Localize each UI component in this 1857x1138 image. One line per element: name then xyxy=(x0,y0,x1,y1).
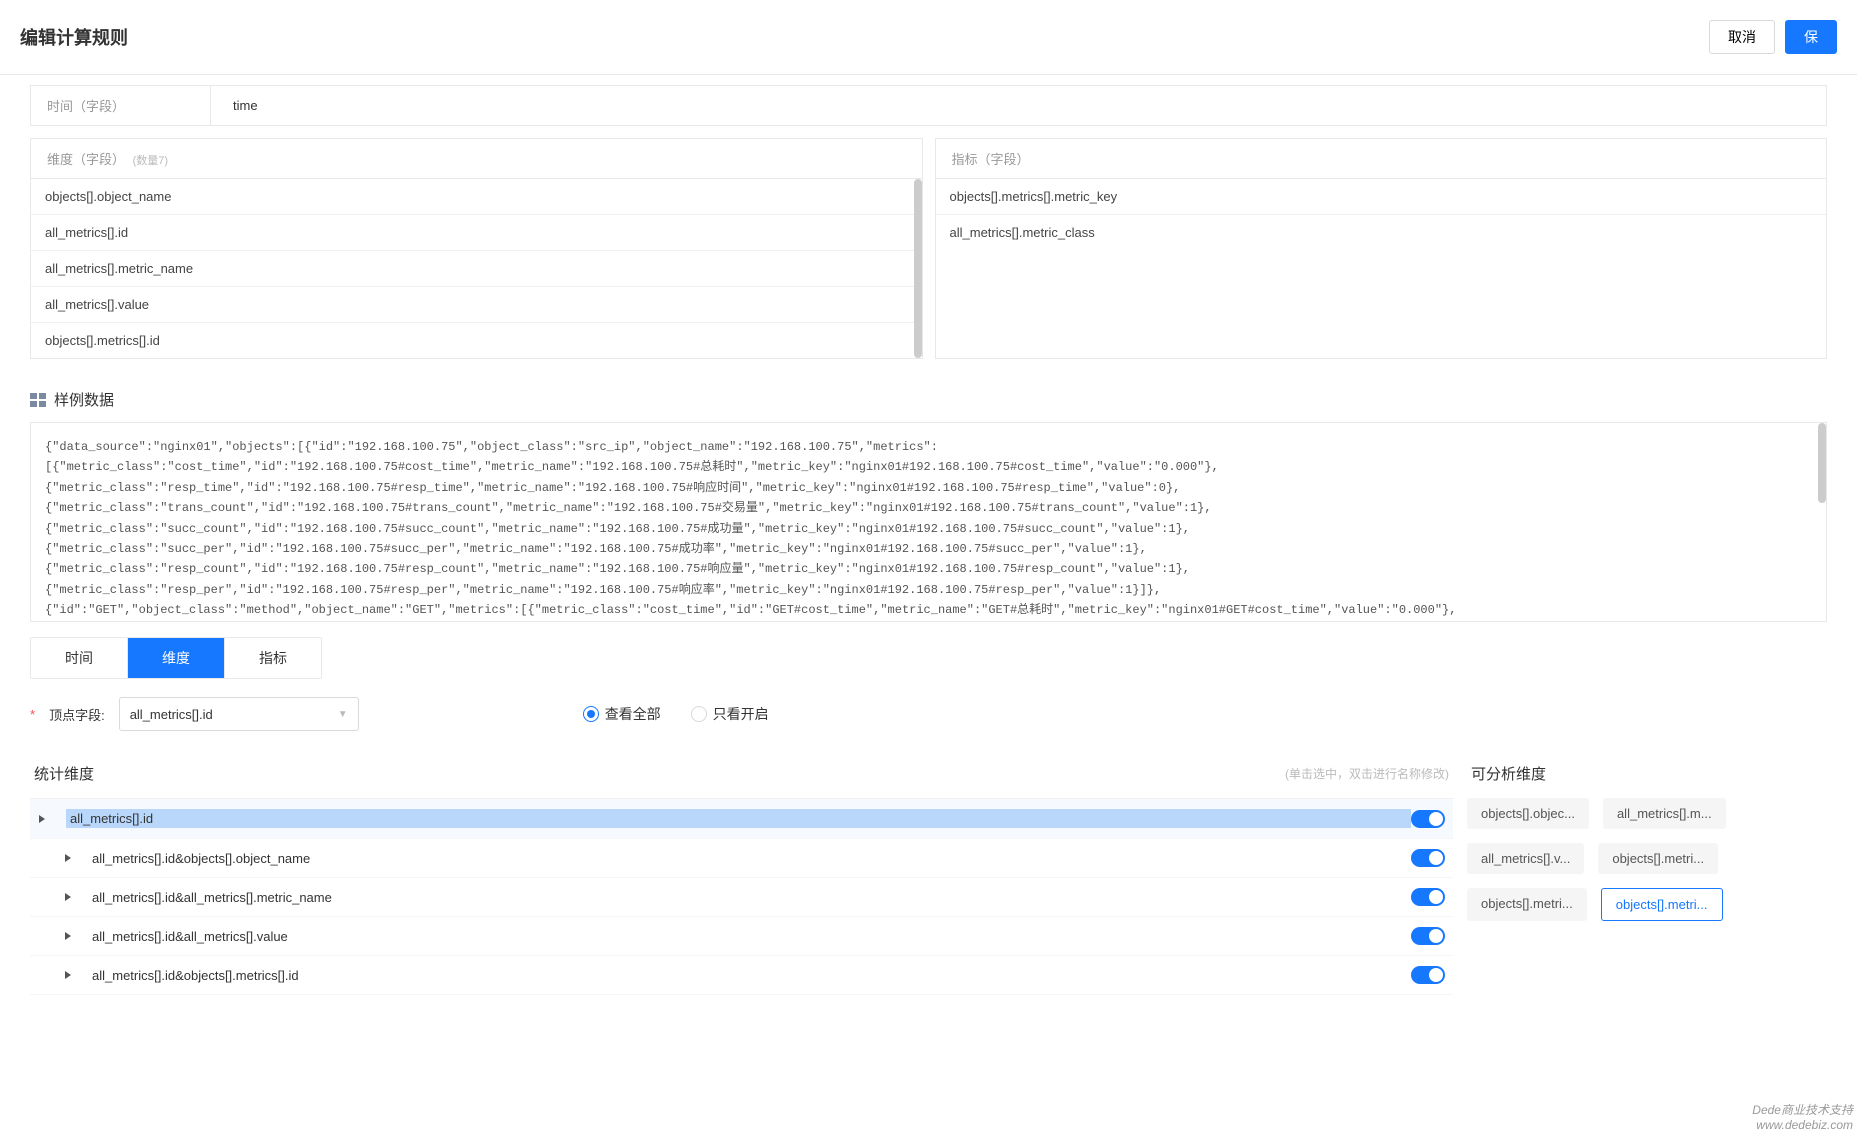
analyzable-tag[interactable]: all_metrics[].m... xyxy=(1603,798,1726,829)
view-radio-group: 查看全部 只看开启 xyxy=(583,704,769,724)
metric-list[interactable]: objects[].metrics[].metric_key all_metri… xyxy=(936,179,1827,250)
analyzable-tag[interactable]: objects[].metri... xyxy=(1598,843,1718,874)
sample-data-box[interactable]: {"data_source":"nginx01","objects":[{"id… xyxy=(30,422,1827,622)
chevron-down-icon: ▼ xyxy=(338,709,348,720)
time-field-row: 时间（字段） time xyxy=(30,85,1827,126)
toggle-switch[interactable] xyxy=(1411,888,1445,906)
dimension-item[interactable]: all_metrics[].metric_name xyxy=(31,251,922,287)
analyzable-tag[interactable]: all_metrics[].v... xyxy=(1467,843,1584,874)
tree-item-label: all_metrics[].id&objects[].object_name xyxy=(92,851,1411,866)
dimension-count-hint: (数量7) xyxy=(133,155,168,167)
analyzable-panel: 可分析维度 objects[].objec... all_metrics[].m… xyxy=(1467,751,1827,995)
tree-item[interactable]: all_metrics[].id&all_metrics[].value xyxy=(30,917,1453,956)
page-title: 编辑计算规则 xyxy=(20,24,128,50)
radio-enabled-label: 只看开启 xyxy=(713,704,769,724)
dimension-column: 维度（字段） (数量7) objects[].object_name all_m… xyxy=(30,138,923,359)
tree-item[interactable]: all_metrics[].id&objects[].metrics[].id xyxy=(30,956,1453,995)
caret-right-icon[interactable] xyxy=(64,893,72,901)
content-area: 时间（字段） time 维度（字段） (数量7) objects[].objec… xyxy=(0,75,1857,1005)
radio-icon xyxy=(583,706,599,722)
sample-data-section: 样例数据 {"data_source":"nginx01","objects":… xyxy=(30,389,1827,622)
dimension-item[interactable]: all_metrics[].value xyxy=(31,287,922,323)
radio-view-all[interactable]: 查看全部 xyxy=(583,704,661,724)
dimension-column-header: 维度（字段） (数量7) xyxy=(31,139,922,179)
toggle-switch[interactable] xyxy=(1411,849,1445,867)
stat-dim-title: 统计维度 xyxy=(34,763,94,784)
stat-dim-tree: all_metrics[].id all_metrics[].id&object… xyxy=(30,798,1453,995)
metric-item[interactable]: objects[].metrics[].metric_key xyxy=(936,179,1827,215)
watermark-line1: Dede商业技术支持 xyxy=(1752,1103,1853,1119)
top-field-label: 顶点字段: xyxy=(49,705,105,724)
analyzable-tags: objects[].objec... all_metrics[].m... al… xyxy=(1467,798,1827,921)
metric-column: 指标（字段） objects[].metrics[].metric_key al… xyxy=(935,138,1828,359)
watermark-line2: www.dedebiz.com xyxy=(1752,1118,1853,1134)
dimension-item[interactable]: objects[].metrics[].id xyxy=(31,323,922,358)
dimension-scrollbar[interactable] xyxy=(914,179,922,358)
metric-column-header: 指标（字段） xyxy=(936,139,1827,179)
radio-view-enabled[interactable]: 只看开启 xyxy=(691,704,769,724)
tree-item[interactable]: all_metrics[].id&all_metrics[].metric_na… xyxy=(30,878,1453,917)
caret-right-icon[interactable] xyxy=(64,932,72,940)
watermark: Dede商业技术支持 www.dedebiz.com xyxy=(1752,1103,1853,1134)
field-columns: 维度（字段） (数量7) objects[].object_name all_m… xyxy=(30,138,1827,359)
time-field-label: 时间（字段） xyxy=(31,86,211,125)
tree-item-label: all_metrics[].id&all_metrics[].metric_na… xyxy=(92,890,1411,905)
dimension-header-text: 维度（字段） xyxy=(47,152,125,167)
analyzable-tag[interactable]: objects[].metri... xyxy=(1601,888,1723,921)
tree-item-label: all_metrics[].id&objects[].metrics[].id xyxy=(92,968,1411,983)
top-field-select[interactable]: all_metrics[].id ▼ xyxy=(119,697,359,731)
sample-data-text: {"data_source":"nginx01","objects":[{"id… xyxy=(45,440,1456,617)
top-field-value: all_metrics[].id xyxy=(130,707,213,722)
sample-data-icon xyxy=(30,393,46,407)
tab-time[interactable]: 时间 xyxy=(31,638,128,678)
radio-icon xyxy=(691,706,707,722)
metric-item[interactable]: all_metrics[].metric_class xyxy=(936,215,1827,250)
tree-item-label: all_metrics[].id xyxy=(66,809,1411,828)
tree-item[interactable]: all_metrics[].id&objects[].object_name xyxy=(30,839,1453,878)
analyzable-tag[interactable]: objects[].metri... xyxy=(1467,888,1587,921)
sample-header: 样例数据 xyxy=(30,389,1827,410)
dimension-body: objects[].object_name all_metrics[].id a… xyxy=(31,179,922,358)
cancel-button[interactable]: 取消 xyxy=(1709,20,1775,54)
tab-dimension[interactable]: 维度 xyxy=(128,638,225,678)
stat-dimension-panel: 统计维度 (单击选中，双击进行名称修改) all_metrics[].id al… xyxy=(30,751,1453,995)
tree-item-label: all_metrics[].id&all_metrics[].value xyxy=(92,929,1411,944)
bottom-panels: 统计维度 (单击选中，双击进行名称修改) all_metrics[].id al… xyxy=(30,751,1827,995)
tab-row: 时间 维度 指标 xyxy=(30,637,1827,679)
dimension-item[interactable]: objects[].object_name xyxy=(31,179,922,215)
radio-all-label: 查看全部 xyxy=(605,704,661,724)
stat-dim-hint: (单击选中，双击进行名称修改) xyxy=(1285,765,1449,782)
stat-dim-head: 统计维度 (单击选中，双击进行名称修改) xyxy=(30,751,1453,798)
top-field-row: * 顶点字段: all_metrics[].id ▼ 查看全部 只看开启 xyxy=(30,697,1827,731)
time-field-value[interactable]: time xyxy=(211,88,1826,123)
toggle-switch[interactable] xyxy=(1411,810,1445,828)
analyzable-title: 可分析维度 xyxy=(1471,763,1546,784)
caret-right-icon[interactable] xyxy=(38,815,46,823)
tree-item[interactable]: all_metrics[].id xyxy=(30,799,1453,839)
page-header: 编辑计算规则 取消 保 xyxy=(0,0,1857,75)
dimension-list[interactable]: objects[].object_name all_metrics[].id a… xyxy=(31,179,922,358)
analyzable-tag[interactable]: objects[].objec... xyxy=(1467,798,1589,829)
toggle-switch[interactable] xyxy=(1411,966,1445,984)
required-star: * xyxy=(30,707,35,722)
dimension-item[interactable]: all_metrics[].id xyxy=(31,215,922,251)
sample-data-title: 样例数据 xyxy=(54,389,114,410)
tab-group: 时间 维度 指标 xyxy=(30,637,322,679)
analyzable-head: 可分析维度 xyxy=(1467,751,1827,798)
caret-right-icon[interactable] xyxy=(64,854,72,862)
header-actions: 取消 保 xyxy=(1709,20,1837,54)
caret-right-icon[interactable] xyxy=(64,971,72,979)
sample-scrollbar[interactable] xyxy=(1818,423,1826,503)
toggle-switch[interactable] xyxy=(1411,927,1445,945)
save-button[interactable]: 保 xyxy=(1785,20,1837,54)
tab-metric[interactable]: 指标 xyxy=(225,638,321,678)
metric-body: objects[].metrics[].metric_key all_metri… xyxy=(936,179,1827,250)
